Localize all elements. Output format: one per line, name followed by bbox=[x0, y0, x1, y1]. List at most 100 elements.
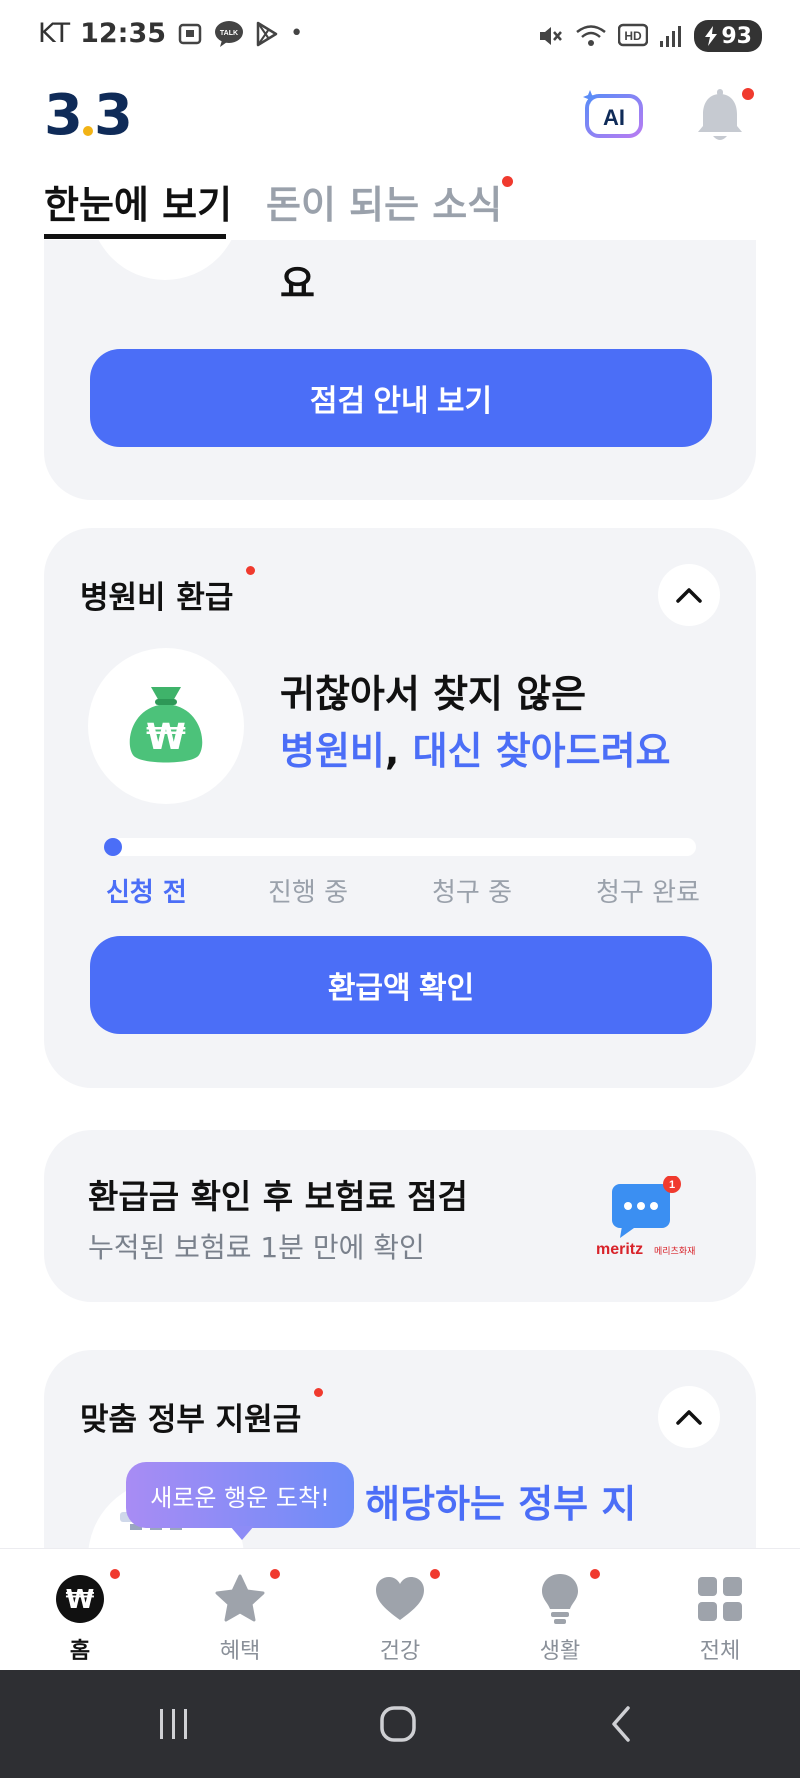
ai-icon: AI bbox=[583, 90, 643, 138]
step-claiming: 청구 중 bbox=[432, 878, 513, 908]
inspection-icon-circle bbox=[90, 240, 240, 280]
nav-home-label: 홈 bbox=[69, 1639, 91, 1664]
charging-icon bbox=[705, 26, 718, 46]
kakaotalk-icon: TALK bbox=[214, 20, 244, 48]
tooltip-arrow bbox=[230, 1526, 254, 1540]
refund-headline-comma: , bbox=[384, 729, 400, 773]
nav-benefits-dot bbox=[270, 1569, 280, 1579]
inspection-headline-tail: 요 bbox=[280, 262, 315, 306]
status-left: KT 12:35 TALK • bbox=[38, 18, 303, 49]
view-inspection-guide-button[interactable]: 점검 안내 보기 bbox=[90, 349, 712, 447]
gov-new-dot bbox=[314, 1388, 323, 1397]
svg-text:₩: ₩ bbox=[66, 1585, 95, 1615]
back-button[interactable] bbox=[582, 1694, 662, 1754]
active-tab-indicator bbox=[44, 234, 226, 239]
svg-text:meritz: meritz bbox=[596, 1241, 643, 1258]
hd-icon: HD bbox=[618, 23, 649, 49]
battery-level: 93 bbox=[721, 23, 752, 49]
star-icon bbox=[212, 1571, 268, 1627]
recent-apps-button[interactable] bbox=[134, 1694, 214, 1754]
check-refund-amount-button[interactable]: 환급액 확인 bbox=[90, 936, 712, 1034]
hospital-refund-title: 병원비 환급 bbox=[80, 580, 234, 616]
wifi-icon bbox=[574, 22, 608, 50]
top-tabs: 한눈에 보기 돈이 되는 소식 bbox=[0, 160, 800, 240]
screenshot-icon bbox=[176, 20, 204, 48]
tab-money-news[interactable]: 돈이 되는 소식 bbox=[266, 174, 502, 229]
bell-icon bbox=[698, 89, 742, 140]
svg-text:1: 1 bbox=[669, 1179, 675, 1191]
android-system-nav bbox=[0, 1670, 800, 1778]
notifications-button[interactable] bbox=[690, 86, 754, 148]
refund-headline-blue2: 대신 찾아드려요 bbox=[412, 729, 671, 773]
tab-new-dot bbox=[502, 176, 513, 187]
signal-icon bbox=[658, 23, 684, 49]
svg-text:TALK: TALK bbox=[220, 30, 238, 37]
step-claim-complete: 청구 완료 bbox=[596, 878, 700, 908]
step-before-apply: 신청 전 bbox=[106, 878, 187, 908]
status-right: HD 93 bbox=[536, 20, 762, 52]
recent-apps-icon bbox=[160, 1709, 187, 1739]
refund-headline-blue1: 병원비 bbox=[280, 729, 385, 773]
hospital-refund-card: 병원비 환급 ₩ 귀찮아서 찾지 않은 병원비, 대신 찾아드려요 신청 전 진… bbox=[44, 528, 756, 1088]
refund-headline-line2: 병원비, 대신 찾아드려요 bbox=[280, 723, 671, 780]
nav-life-label: 생활 bbox=[539, 1639, 581, 1664]
money-bag-icon: ₩ bbox=[129, 687, 203, 763]
svg-text:메리츠화재: 메리츠화재 bbox=[654, 1246, 695, 1257]
clock: 12:35 bbox=[80, 18, 167, 49]
back-chevron-icon bbox=[612, 1706, 630, 1742]
collapse-refund-button[interactable] bbox=[658, 564, 720, 626]
app-logo[interactable]: 3 3 bbox=[44, 84, 136, 144]
tab-overview[interactable]: 한눈에 보기 bbox=[44, 174, 232, 229]
refund-headline: 귀찮아서 찾지 않은 병원비, 대신 찾아드려요 bbox=[280, 666, 671, 780]
step-in-progress: 진행 중 bbox=[268, 878, 349, 908]
nav-health-label: 건강 bbox=[379, 1639, 421, 1664]
nav-health-dot bbox=[430, 1569, 440, 1579]
nav-life-dot bbox=[590, 1569, 600, 1579]
notification-badge-dot bbox=[742, 88, 754, 100]
insurance-promo-card[interactable]: 환급금 확인 후 보험료 점검 누적된 보험료 1분 만에 확인 1 merit… bbox=[44, 1130, 756, 1302]
nav-benefits-label: 혜택 bbox=[219, 1639, 261, 1664]
home-circle-icon bbox=[380, 1706, 416, 1742]
nav-life[interactable]: 생활 bbox=[480, 1549, 640, 1671]
mute-icon bbox=[536, 22, 564, 50]
tooltip-text: 새로운 행운 도착! bbox=[150, 1483, 330, 1512]
svg-text:3: 3 bbox=[94, 84, 129, 144]
promo-title: 환급금 확인 후 보험료 점검 bbox=[88, 1177, 468, 1216]
chevron-up-icon bbox=[676, 588, 702, 603]
grid-icon bbox=[692, 1571, 748, 1627]
money-bag-icon-circle: ₩ bbox=[88, 648, 244, 804]
notification-dot: • bbox=[290, 21, 304, 46]
main-feed[interactable]: 요 점검 안내 보기 병원비 환급 ₩ 귀찮아서 찾지 않은 병원비, 대신 찾… bbox=[0, 240, 800, 1548]
nav-all-label: 전체 bbox=[699, 1639, 741, 1664]
nav-home[interactable]: ₩ 홈 bbox=[0, 1549, 160, 1671]
won-home-icon: ₩ bbox=[52, 1571, 108, 1627]
carrier-label: KT bbox=[38, 18, 71, 49]
refund-new-dot bbox=[246, 566, 255, 575]
app-header: 3 3 AI bbox=[0, 72, 800, 160]
svg-text:HD: HD bbox=[625, 29, 643, 43]
collapse-gov-button[interactable] bbox=[658, 1386, 720, 1448]
chevron-up-icon bbox=[676, 1410, 702, 1425]
bottom-navigation: ₩ 홈 혜택 건강 생활 전체 bbox=[0, 1548, 800, 1670]
nav-home-dot bbox=[110, 1569, 120, 1579]
meritz-chat-icon: 1 meritz 메리츠화재 bbox=[596, 1176, 695, 1258]
svg-text:₩: ₩ bbox=[146, 717, 186, 758]
refund-headline-line1: 귀찮아서 찾지 않은 bbox=[280, 672, 587, 716]
home-button[interactable] bbox=[358, 1694, 438, 1754]
refund-progress-bar bbox=[104, 838, 696, 856]
svg-text:3: 3 bbox=[44, 84, 79, 144]
heart-icon bbox=[372, 1571, 428, 1627]
status-bar: KT 12:35 TALK • HD 93 bbox=[0, 0, 800, 72]
battery-indicator: 93 bbox=[694, 20, 762, 52]
gov-headline-blue: 해당하는 정부 지 bbox=[365, 1482, 637, 1526]
nav-health[interactable]: 건강 bbox=[320, 1549, 480, 1671]
new-luck-tooltip[interactable]: 새로운 행운 도착! bbox=[126, 1462, 354, 1540]
play-store-icon bbox=[254, 20, 280, 48]
promo-subtitle: 누적된 보험료 1분 만에 확인 bbox=[88, 1231, 425, 1264]
ai-assistant-button[interactable]: AI bbox=[582, 88, 646, 144]
svg-text:AI: AI bbox=[603, 105, 625, 130]
gov-subsidy-title: 맞춤 정부 지원금 bbox=[80, 1402, 302, 1438]
refund-progress-marker bbox=[104, 838, 122, 856]
nav-all[interactable]: 전체 bbox=[640, 1549, 800, 1671]
nav-benefits[interactable]: 혜택 bbox=[160, 1549, 320, 1671]
